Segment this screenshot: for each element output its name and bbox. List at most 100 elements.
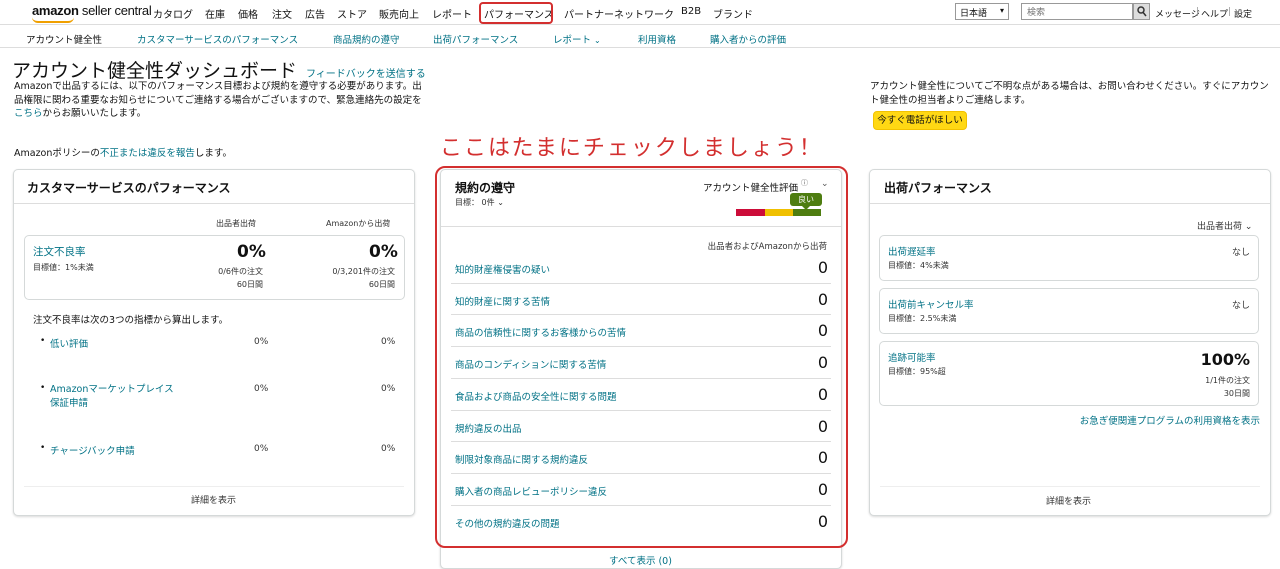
late-shipment-card (879, 235, 1259, 281)
odr-link[interactable]: 注文不良率 (33, 244, 86, 259)
subnav-account-health[interactable]: アカウント健全性 (26, 32, 102, 46)
col-seller-fulfilled: 出品者出荷 (216, 219, 256, 228)
tracking-rate-value: 100% (1200, 350, 1250, 369)
intro-end: からお願いいたします。 (42, 108, 147, 119)
customer-service-title: カスタマーサービスのパフォーマンス (27, 181, 231, 195)
late-shipment-target: 目標値：4%未満 (888, 261, 949, 270)
nav-catalog[interactable]: カタログ (153, 6, 193, 21)
logo-seller-central: seller central (81, 3, 152, 18)
cancel-rate-card (879, 288, 1259, 334)
separator: | (1196, 7, 1200, 17)
odr-seller-period: 60日間 (236, 280, 263, 289)
bullet: • (40, 383, 46, 393)
settings-link[interactable]: 設定 (1234, 7, 1252, 20)
cancel-rate-link[interactable]: 出荷前キャンセル率 (888, 297, 974, 311)
feedback-link[interactable]: フィードバックを送信する (306, 65, 426, 80)
cs-details-link[interactable]: 詳細を表示 (191, 493, 236, 506)
bullet: • (40, 336, 46, 346)
shipping-col-seller[interactable]: 出品者出荷 ⌄ (1197, 219, 1252, 232)
nav-pricing[interactable]: 価格 (238, 6, 258, 21)
metric-chargeback-amazon: 0% (381, 444, 396, 454)
divider (880, 486, 1260, 487)
amazon-seller-central-logo[interactable]: amazon seller central (32, 3, 152, 23)
call-me-button[interactable]: 今すぐ電話がほしい (873, 111, 967, 130)
cancel-rate-value: なし (1232, 301, 1251, 311)
late-shipment-link[interactable]: 出荷遅延率 (888, 244, 936, 258)
fast-delivery-eligibility-link[interactable]: お急ぎ便関連プログラムの利用資格を表示 (1080, 413, 1260, 427)
chevron-down-icon: ▾ (999, 6, 1004, 15)
late-shipment-value: なし (1232, 248, 1251, 258)
odr-seller-detail: 0/6件の注文 (218, 267, 263, 276)
odr-target: 目標値：1%未満 (33, 263, 94, 272)
nav-partner-network[interactable]: パートナーネットワーク (564, 6, 674, 21)
metric-a-to-z-claims[interactable]: Amazonマーケットプレイス保証申請 (50, 383, 178, 410)
show-all-link[interactable]: すべて表示 (0) (609, 553, 672, 567)
cancel-rate-target: 目標値：2.5%未満 (888, 314, 957, 323)
nav-advertising[interactable]: 広告 (305, 6, 325, 21)
odr-seller-value: 0% (237, 242, 266, 262)
subnav-buyer-feedback[interactable]: 購入者からの評価 (710, 32, 786, 46)
language-select[interactable]: 日本語 ▾ (955, 3, 1009, 20)
divider (24, 486, 404, 487)
emergency-contact-link[interactable]: こちら (14, 108, 43, 119)
metric-chargeback[interactable]: チャージバック申請 (50, 443, 135, 457)
tracking-rate-link[interactable]: 追跡可能率 (888, 350, 936, 364)
divider (870, 203, 1270, 204)
contact-text: アカウント健全性についてご不明な点がある場合は、お問い合わせください。すぐにアカ… (870, 81, 1269, 106)
odr-amazon-detail: 0/3,201件の注文 (332, 267, 395, 276)
smile-icon (32, 17, 74, 23)
nav-b2b[interactable]: B2B (681, 6, 701, 17)
annotation-text: ここはたまにチェックしましょう！ (440, 136, 823, 161)
shipping-title: 出荷パフォーマンス (884, 181, 992, 195)
separator: | (1228, 7, 1232, 17)
nav-reports[interactable]: レポート (432, 6, 472, 21)
metric-chargeback-seller: 0% (254, 444, 269, 454)
logo-amazon: amazon (32, 3, 79, 18)
policy-post: します。 (194, 148, 232, 159)
search-icon (1137, 6, 1147, 17)
page-title: アカウント健全性ダッシュボード (12, 60, 298, 82)
shipping-details-link[interactable]: 詳細を表示 (1046, 494, 1091, 507)
nav-growth[interactable]: 販売向上 (379, 6, 419, 21)
tracking-rate-target: 目標値：95%超 (888, 367, 946, 376)
annotation-highlight-box (435, 166, 848, 548)
performance-highlight-box (479, 2, 553, 24)
policy-report-line: Amazonポリシーの不正または違反を報告します。 (14, 145, 232, 159)
metric-negative-feedback-amazon: 0% (381, 337, 396, 347)
nav-orders[interactable]: 注文 (272, 6, 292, 21)
report-violation-link[interactable]: 不正または違反を報告 (100, 148, 195, 159)
sub-navigation: アカウント健全性 カスタマーサービスのパフォーマンス 商品規約の遵守 出荷パフォ… (0, 26, 1280, 48)
tracking-rate-detail: 1/1件の注文 (1205, 376, 1250, 385)
subnav-eligibility[interactable]: 利用資格 (638, 32, 676, 46)
nav-inventory[interactable]: 在庫 (205, 6, 225, 21)
nav-brands[interactable]: ブランド (713, 6, 753, 21)
odr-note: 注文不良率は次の3つの指標から算出します。 (33, 315, 229, 326)
metric-negative-feedback-seller: 0% (254, 337, 269, 347)
subnav-reports-label: レポート (553, 35, 592, 46)
policy-pre: Amazonポリシーの (14, 148, 100, 159)
metric-a-to-z-seller: 0% (254, 384, 269, 394)
metric-a-to-z-amazon: 0% (381, 384, 396, 394)
odr-amazon-value: 0% (369, 242, 398, 262)
subnav-policy-compliance[interactable]: 商品規約の遵守 (333, 32, 400, 46)
subnav-shipping[interactable]: 出荷パフォーマンス (433, 32, 518, 46)
help-link[interactable]: ヘルプ (1201, 7, 1228, 20)
subnav-customer-service[interactable]: カスタマーサービスのパフォーマンス (137, 32, 298, 46)
intro-body: Amazonで出品するには、以下のパフォーマンス目標および規約を遵守する必要があ… (14, 81, 422, 106)
bullet: • (40, 443, 46, 453)
col-amazon-fulfilled: Amazonから出荷 (326, 219, 391, 228)
nav-stores[interactable]: ストア (337, 6, 367, 21)
divider (14, 203, 414, 204)
subnav-reports[interactable]: レポート ⌄ (553, 32, 601, 46)
odr-amazon-period: 60日間 (368, 280, 395, 289)
search-button[interactable] (1133, 3, 1150, 20)
chevron-down-icon: ⌄ (594, 36, 601, 45)
tracking-rate-period: 30日間 (1223, 389, 1250, 398)
intro-text: Amazonで出品するには、以下のパフォーマンス目標および規約を遵守する必要があ… (14, 80, 424, 121)
metric-negative-feedback[interactable]: 低い評価 (50, 336, 88, 350)
chevron-down-icon: ⌄ (1244, 222, 1253, 232)
search-input[interactable] (1021, 3, 1133, 20)
messages-link[interactable]: メッセージ (1155, 7, 1200, 20)
top-navigation: amazon seller central カタログ 在庫 価格 注文 広告 ス… (0, 0, 1280, 25)
language-value: 日本語 (960, 9, 988, 19)
